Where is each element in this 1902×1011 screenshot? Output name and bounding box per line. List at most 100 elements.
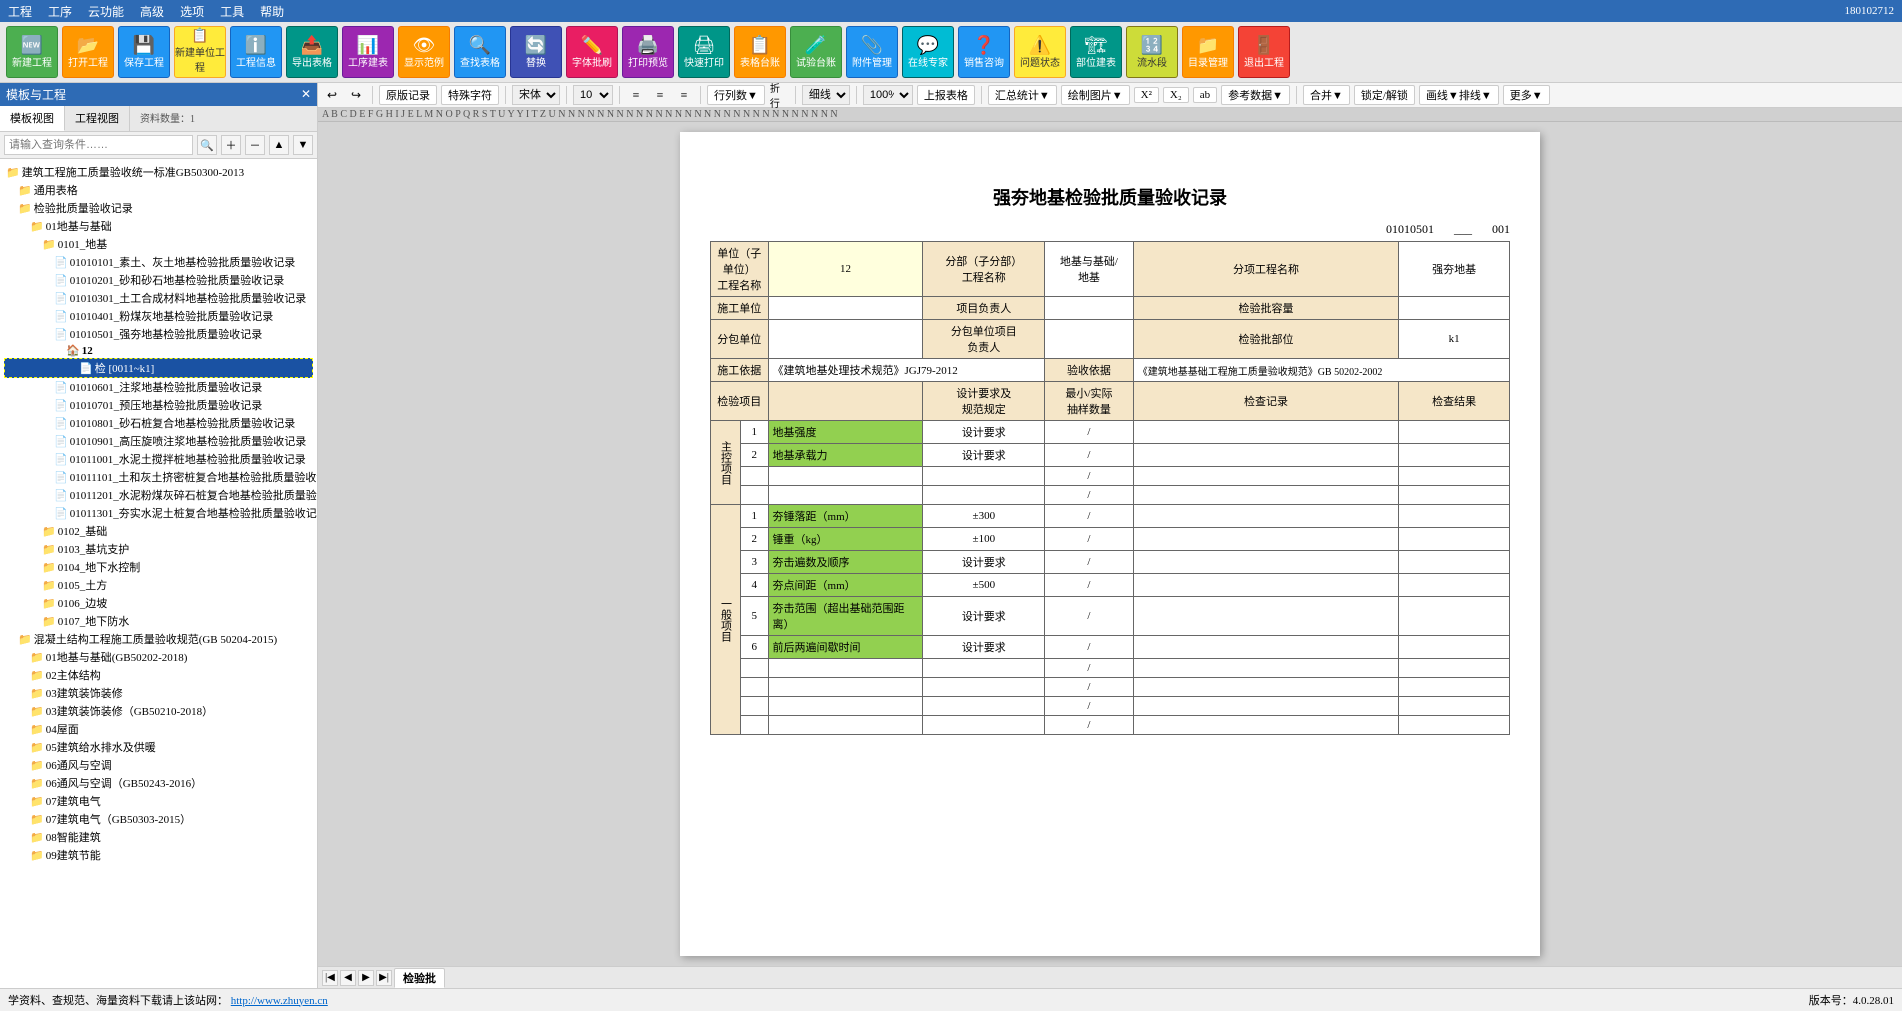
undo-button[interactable]: ↩ <box>322 85 342 105</box>
tree-item-21[interactable]: 📁0103_基坑支护 <box>4 540 313 558</box>
zoom-select[interactable]: 100% <box>863 85 913 105</box>
sheet-tab-inspection[interactable]: 检验批 <box>394 968 445 988</box>
tree-item-10[interactable]: 🏠12 <box>4 343 313 358</box>
tree-item-15[interactable]: 📄01010901_高压旋喷注浆地基检验批质量验收记录 <box>4 432 313 450</box>
sheet-nav-prev[interactable]: ◀ <box>340 970 356 986</box>
tab-project-view[interactable]: 工程视图 <box>65 106 130 131</box>
online-expert-button[interactable]: 💬 在线专家 <box>902 26 954 78</box>
attachment-button[interactable]: 📎 附件管理 <box>846 26 898 78</box>
tree-item-14[interactable]: 📄01010801_砂石桩复合地基检验批质量验收记录 <box>4 414 313 432</box>
project-info-button[interactable]: ℹ️ 工程信息 <box>230 26 282 78</box>
special-char-button[interactable]: 特殊字符 <box>441 85 499 105</box>
tree-item-19[interactable]: 📄01011301_夯实水泥土桩复合地基检验批质量验收记录 <box>4 504 313 522</box>
tree-item-24[interactable]: 📁0106_边坡 <box>4 594 313 612</box>
tree-item-4[interactable]: 📁0101_地基 <box>4 235 313 253</box>
menu-item-project[interactable]: 工程 <box>8 3 32 20</box>
tree-item-32[interactable]: 📁05建筑给水排水及供暖 <box>4 738 313 756</box>
print-preview-button[interactable]: 🖨️ 打印预览 <box>622 26 674 78</box>
tree-item-29[interactable]: 📁03建筑装饰装修 <box>4 684 313 702</box>
tree-item-20[interactable]: 📁0102_基础 <box>4 522 313 540</box>
more-button[interactable]: 更多▼ <box>1503 85 1550 105</box>
status-url[interactable]: http://www.zhuyen.cn <box>231 995 328 1007</box>
find-table-button[interactable]: 🔍 查找表格 <box>454 26 506 78</box>
tree-item-7[interactable]: 📄01010301_土工合成材料地基检验批质量验收记录 <box>4 289 313 307</box>
tree-item-17[interactable]: 📄01011101_土和灰土挤密桩复合地基检验批质量验收记录 <box>4 468 313 486</box>
menu-item-advanced[interactable]: 高级 <box>140 3 164 20</box>
issue-status-button[interactable]: ⚠️ 问题状态 <box>1014 26 1066 78</box>
tree-item-31[interactable]: 📁04屋面 <box>4 720 313 738</box>
menu-item-options[interactable]: 选项 <box>180 3 204 20</box>
content-area[interactable]: 强夯地基检验批质量验收记录 01010501 ___ 001 <box>318 122 1902 966</box>
sales-consult-button[interactable]: ❓ 销售咨询 <box>958 26 1010 78</box>
tree-item-34[interactable]: 📁06通风与空调（GB50243-2016） <box>4 774 313 792</box>
font-size-select[interactable]: 10 <box>573 85 613 105</box>
fold-button[interactable]: 折行 <box>769 85 789 105</box>
tree-item-16[interactable]: 📄01011001_水泥土搅拌桩地基检验批质量验收记录 <box>4 450 313 468</box>
tree-item-27[interactable]: 📁01地基与基础(GB50202-2018) <box>4 648 313 666</box>
tree-item-0[interactable]: 📁建筑工程施工质量验收统一标准GB50300-2013 <box>4 163 313 181</box>
tree-item-8[interactable]: 📄01010401_粉煤灰地基检验批质量验收记录 <box>4 307 313 325</box>
add-button[interactable]: ＋ <box>221 135 241 155</box>
align-right-icon[interactable]: ≡ <box>674 85 694 105</box>
menu-item-tools[interactable]: 工具 <box>220 3 244 20</box>
catalog-manage-button[interactable]: 📁 目录管理 <box>1182 26 1234 78</box>
test-ledger-button[interactable]: 🧪 试验台账 <box>790 26 842 78</box>
sheet-nav-first[interactable]: |◀ <box>322 970 338 986</box>
tree-item-12[interactable]: 📄01010601_注浆地基检验批质量验收记录 <box>4 378 313 396</box>
sheet-nav-next[interactable]: ▶ <box>358 970 374 986</box>
original-record-button[interactable]: 原版记录 <box>379 85 437 105</box>
draw-img-button[interactable]: 绘制图片▼ <box>1061 85 1130 105</box>
superscript-button[interactable]: X² <box>1134 87 1159 103</box>
sheet-nav-last[interactable]: ▶| <box>376 970 392 986</box>
menu-item-help[interactable]: 帮助 <box>260 3 284 20</box>
tree-item-1[interactable]: 📁通用表格 <box>4 181 313 199</box>
quick-print-button[interactable]: 🖨 快速打印 <box>678 26 730 78</box>
new-project-button[interactable]: 🆕 新建工程 <box>6 26 58 78</box>
align-center-icon[interactable]: ≡ <box>650 85 670 105</box>
tree-item-5[interactable]: 📄01010101_素土、灰土地基检验批质量验收记录 <box>4 253 313 271</box>
tree-item-35[interactable]: 📁07建筑电气 <box>4 792 313 810</box>
tree-item-11[interactable]: 📄检 [0011~k1] <box>4 358 313 378</box>
tree-item-30[interactable]: 📁03建筑装饰装修（GB50210-2018） <box>4 702 313 720</box>
tree-item-6[interactable]: 📄01010201_砂和砂石地基检验批质量验收记录 <box>4 271 313 289</box>
search-button[interactable]: 🔍 <box>197 135 217 155</box>
tab-template-view[interactable]: 模板视图 <box>0 106 65 131</box>
tree-item-38[interactable]: 📁09建筑节能 <box>4 846 313 864</box>
line-style-select[interactable]: 细线 <box>802 85 850 105</box>
lock-button[interactable]: 锁定/解锁 <box>1354 85 1415 105</box>
tree-item-28[interactable]: 📁02主体结构 <box>4 666 313 684</box>
open-project-button[interactable]: 📂 打开工程 <box>62 26 114 78</box>
tree-item-36[interactable]: 📁07建筑电气（GB50303-2015） <box>4 810 313 828</box>
new-unit-button[interactable]: 📋 新建单位工程 <box>174 26 226 78</box>
remove-button[interactable]: － <box>245 135 265 155</box>
build-table-button[interactable]: 📊 工序建表 <box>342 26 394 78</box>
tree-item-2[interactable]: 📁检验批质量验收记录 <box>4 199 313 217</box>
stats-button[interactable]: 汇总统计▼ <box>988 85 1057 105</box>
tree-item-26[interactable]: 📁混凝土结构工程施工质量验收规范(GB 50204-2015) <box>4 630 313 648</box>
tree-item-18[interactable]: 📄01011201_水泥粉煤灰碎石桩复合地基检验批质量验收记录 <box>4 486 313 504</box>
panel-close-icon[interactable]: ✕ <box>301 87 311 102</box>
position-build-button[interactable]: 🏗 部位建表 <box>1070 26 1122 78</box>
save-project-button[interactable]: 💾 保存工程 <box>118 26 170 78</box>
ref-data-button[interactable]: 参考数据▼ <box>1221 85 1290 105</box>
export-table-button[interactable]: 📤 导出表格 <box>286 26 338 78</box>
merge-button[interactable]: 合并▼ <box>1303 85 1350 105</box>
search-input[interactable] <box>4 135 193 155</box>
menu-item-process[interactable]: 工序 <box>48 3 72 20</box>
flow-segment-button[interactable]: 🔢 流水段 <box>1126 26 1178 78</box>
redo-button[interactable]: ↪ <box>346 85 366 105</box>
subscript-button[interactable]: X₂ <box>1163 87 1189 103</box>
tree-item-37[interactable]: 📁08智能建筑 <box>4 828 313 846</box>
table-ledger-button[interactable]: 📋 表格台账 <box>734 26 786 78</box>
show-example-button[interactable]: 👁 显示范例 <box>398 26 450 78</box>
tree-item-9[interactable]: 📄01010501_强夯地基检验批质量验收记录 <box>4 325 313 343</box>
upload-table-button[interactable]: 上报表格 <box>917 85 975 105</box>
border-button[interactable]: 画线▼排线▼ <box>1419 85 1499 105</box>
replace-button[interactable]: 🔄 替换 <box>510 26 562 78</box>
tree-item-23[interactable]: 📁0105_土方 <box>4 576 313 594</box>
align-left-icon[interactable]: ≡ <box>626 85 646 105</box>
tree-item-22[interactable]: 📁0104_地下水控制 <box>4 558 313 576</box>
exit-project-button[interactable]: 🚪 退出工程 <box>1238 26 1290 78</box>
down-button[interactable]: ▼ <box>293 135 313 155</box>
tree-item-3[interactable]: 📁01地基与基础 <box>4 217 313 235</box>
